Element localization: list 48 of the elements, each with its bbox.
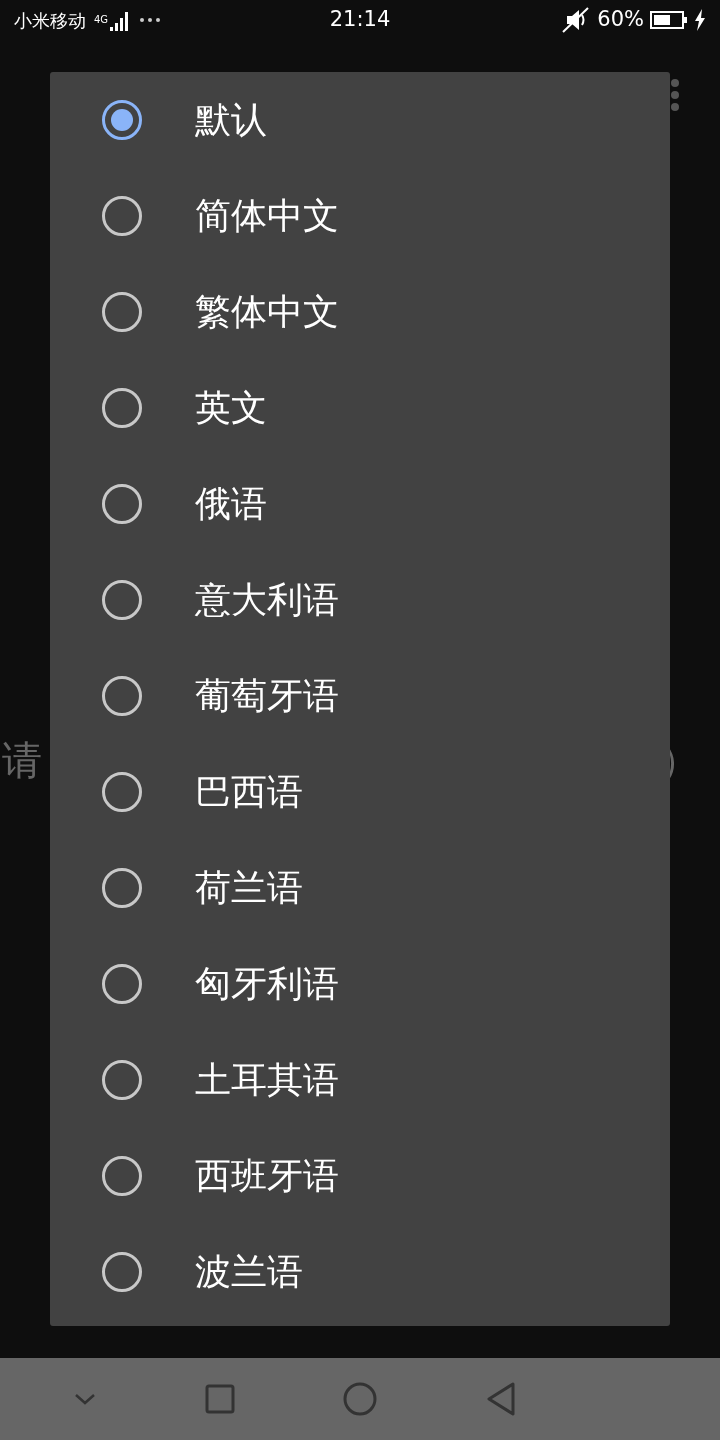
radio-button[interactable] xyxy=(102,388,142,428)
option-label: 意大利语 xyxy=(195,578,339,622)
radio-button[interactable] xyxy=(102,868,142,908)
option-label: 西班牙语 xyxy=(195,1154,339,1198)
more-icon xyxy=(140,18,161,22)
radio-button[interactable] xyxy=(102,676,142,716)
option-label: 俄语 xyxy=(195,482,267,526)
language-option[interactable]: 默认 xyxy=(50,72,670,168)
radio-button[interactable] xyxy=(102,1060,142,1100)
radio-button[interactable] xyxy=(102,772,142,812)
language-option[interactable]: 繁体中文 xyxy=(50,264,670,360)
prompt-text: 请 xyxy=(2,736,42,785)
option-label: 繁体中文 xyxy=(195,290,339,334)
option-label: 英文 xyxy=(195,386,267,430)
radio-button[interactable] xyxy=(102,484,142,524)
option-label: 葡萄牙语 xyxy=(195,674,339,718)
network-type: 4G xyxy=(94,15,109,25)
option-label: 匈牙利语 xyxy=(195,962,339,1006)
battery-percent: 60% xyxy=(597,6,644,34)
radio-button[interactable] xyxy=(102,1156,142,1196)
language-option[interactable]: 土耳其语 xyxy=(50,1032,670,1128)
language-option[interactable]: 俄语 xyxy=(50,456,670,552)
radio-button[interactable] xyxy=(102,196,142,236)
charging-icon xyxy=(694,9,706,31)
radio-button[interactable] xyxy=(102,1252,142,1292)
option-label: 默认 xyxy=(195,98,267,142)
radio-button[interactable] xyxy=(102,100,142,140)
radio-button[interactable] xyxy=(102,964,142,1004)
radio-button[interactable] xyxy=(102,292,142,332)
language-option[interactable]: 英文 xyxy=(50,360,670,456)
option-label: 简体中文 xyxy=(195,194,339,238)
carrier-name: 小米移动 xyxy=(14,8,86,33)
radio-button[interactable] xyxy=(102,580,142,620)
option-label: 荷兰语 xyxy=(195,866,303,910)
language-option[interactable]: 意大利语 xyxy=(50,552,670,648)
language-option[interactable]: 简体中文 xyxy=(50,168,670,264)
clock: 21:14 xyxy=(329,6,391,34)
language-option[interactable]: 荷兰语 xyxy=(50,840,670,936)
language-option[interactable]: 巴西语 xyxy=(50,744,670,840)
overflow-menu-icon[interactable] xyxy=(670,78,680,112)
option-label: 波兰语 xyxy=(195,1250,303,1294)
language-option[interactable]: 葡萄牙语 xyxy=(50,648,670,744)
language-option[interactable]: 西班牙语 xyxy=(50,1128,670,1224)
battery-icon xyxy=(650,11,688,29)
language-option[interactable]: 匈牙利语 xyxy=(50,936,670,1032)
language-option[interactable]: 波兰语 xyxy=(50,1224,670,1320)
option-label: 巴西语 xyxy=(195,770,303,814)
option-label: 土耳其语 xyxy=(195,1058,339,1102)
